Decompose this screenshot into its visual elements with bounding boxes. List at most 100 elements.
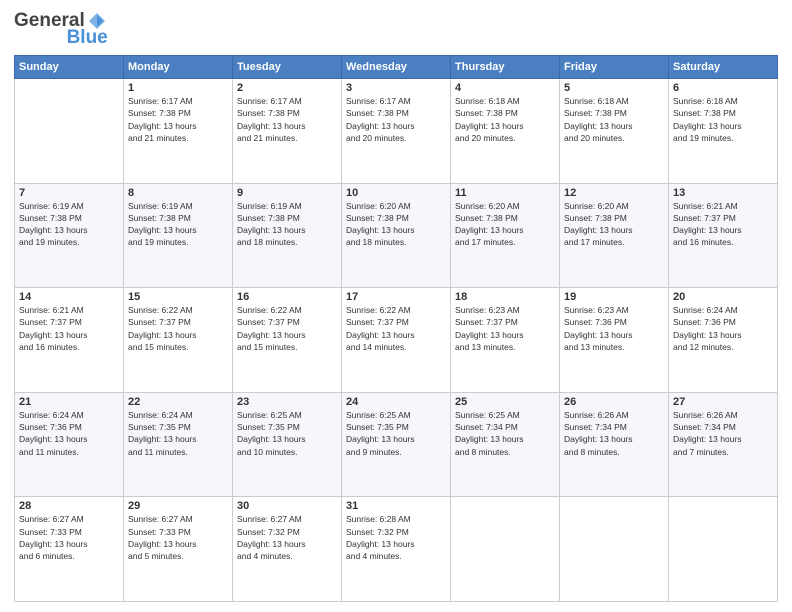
calendar-cell: 7Sunrise: 6:19 AMSunset: 7:38 PMDaylight…: [15, 183, 124, 288]
day-number: 21: [19, 396, 119, 408]
calendar-cell: 11Sunrise: 6:20 AMSunset: 7:38 PMDayligh…: [451, 183, 560, 288]
day-number: 18: [455, 291, 555, 303]
calendar-week-row: 7Sunrise: 6:19 AMSunset: 7:38 PMDaylight…: [15, 183, 778, 288]
calendar-cell: 28Sunrise: 6:27 AMSunset: 7:33 PMDayligh…: [15, 497, 124, 602]
day-number: 29: [128, 500, 228, 512]
calendar-cell: 22Sunrise: 6:24 AMSunset: 7:35 PMDayligh…: [124, 392, 233, 497]
calendar-cell: [15, 78, 124, 183]
day-number: 23: [237, 396, 337, 408]
day-info: Sunrise: 6:18 AMSunset: 7:38 PMDaylight:…: [564, 95, 664, 144]
day-number: 1: [128, 82, 228, 94]
calendar-cell: 15Sunrise: 6:22 AMSunset: 7:37 PMDayligh…: [124, 288, 233, 393]
day-info: Sunrise: 6:21 AMSunset: 7:37 PMDaylight:…: [673, 200, 773, 249]
day-info: Sunrise: 6:17 AMSunset: 7:38 PMDaylight:…: [346, 95, 446, 144]
day-info: Sunrise: 6:24 AMSunset: 7:36 PMDaylight:…: [19, 409, 119, 458]
day-info: Sunrise: 6:20 AMSunset: 7:38 PMDaylight:…: [564, 200, 664, 249]
day-info: Sunrise: 6:23 AMSunset: 7:36 PMDaylight:…: [564, 304, 664, 353]
day-number: 4: [455, 82, 555, 94]
day-info: Sunrise: 6:18 AMSunset: 7:38 PMDaylight:…: [455, 95, 555, 144]
logo-blue-text: Blue: [67, 28, 108, 49]
calendar-week-row: 21Sunrise: 6:24 AMSunset: 7:36 PMDayligh…: [15, 392, 778, 497]
calendar-cell: 10Sunrise: 6:20 AMSunset: 7:38 PMDayligh…: [342, 183, 451, 288]
day-number: 19: [564, 291, 664, 303]
calendar-cell: 12Sunrise: 6:20 AMSunset: 7:38 PMDayligh…: [560, 183, 669, 288]
day-info: Sunrise: 6:17 AMSunset: 7:38 PMDaylight:…: [128, 95, 228, 144]
calendar-cell: [560, 497, 669, 602]
day-number: 20: [673, 291, 773, 303]
day-of-week-header: Saturday: [669, 55, 778, 78]
calendar-cell: 1Sunrise: 6:17 AMSunset: 7:38 PMDaylight…: [124, 78, 233, 183]
calendar-week-row: 28Sunrise: 6:27 AMSunset: 7:33 PMDayligh…: [15, 497, 778, 602]
calendar-cell: 14Sunrise: 6:21 AMSunset: 7:37 PMDayligh…: [15, 288, 124, 393]
day-of-week-header: Sunday: [15, 55, 124, 78]
day-number: 15: [128, 291, 228, 303]
day-info: Sunrise: 6:19 AMSunset: 7:38 PMDaylight:…: [128, 200, 228, 249]
calendar-cell: 23Sunrise: 6:25 AMSunset: 7:35 PMDayligh…: [233, 392, 342, 497]
day-number: 5: [564, 82, 664, 94]
calendar-cell: 30Sunrise: 6:27 AMSunset: 7:32 PMDayligh…: [233, 497, 342, 602]
header: General Blue: [14, 10, 778, 49]
day-info: Sunrise: 6:28 AMSunset: 7:32 PMDaylight:…: [346, 513, 446, 562]
day-number: 31: [346, 500, 446, 512]
day-info: Sunrise: 6:22 AMSunset: 7:37 PMDaylight:…: [346, 304, 446, 353]
day-info: Sunrise: 6:19 AMSunset: 7:38 PMDaylight:…: [237, 200, 337, 249]
calendar-cell: 27Sunrise: 6:26 AMSunset: 7:34 PMDayligh…: [669, 392, 778, 497]
calendar-cell: 4Sunrise: 6:18 AMSunset: 7:38 PMDaylight…: [451, 78, 560, 183]
day-info: Sunrise: 6:20 AMSunset: 7:38 PMDaylight:…: [455, 200, 555, 249]
day-info: Sunrise: 6:26 AMSunset: 7:34 PMDaylight:…: [673, 409, 773, 458]
day-info: Sunrise: 6:19 AMSunset: 7:38 PMDaylight:…: [19, 200, 119, 249]
day-of-week-header: Friday: [560, 55, 669, 78]
day-number: 6: [673, 82, 773, 94]
calendar-cell: 13Sunrise: 6:21 AMSunset: 7:37 PMDayligh…: [669, 183, 778, 288]
day-info: Sunrise: 6:25 AMSunset: 7:34 PMDaylight:…: [455, 409, 555, 458]
day-number: 8: [128, 187, 228, 199]
day-number: 11: [455, 187, 555, 199]
day-number: 27: [673, 396, 773, 408]
calendar-cell: 2Sunrise: 6:17 AMSunset: 7:38 PMDaylight…: [233, 78, 342, 183]
calendar-header-row: SundayMondayTuesdayWednesdayThursdayFrid…: [15, 55, 778, 78]
day-number: 25: [455, 396, 555, 408]
day-number: 22: [128, 396, 228, 408]
calendar-cell: 17Sunrise: 6:22 AMSunset: 7:37 PMDayligh…: [342, 288, 451, 393]
calendar-cell: [451, 497, 560, 602]
day-info: Sunrise: 6:26 AMSunset: 7:34 PMDaylight:…: [564, 409, 664, 458]
calendar-cell: 8Sunrise: 6:19 AMSunset: 7:38 PMDaylight…: [124, 183, 233, 288]
day-number: 24: [346, 396, 446, 408]
day-number: 7: [19, 187, 119, 199]
day-number: 30: [237, 500, 337, 512]
day-info: Sunrise: 6:23 AMSunset: 7:37 PMDaylight:…: [455, 304, 555, 353]
day-number: 14: [19, 291, 119, 303]
day-of-week-header: Thursday: [451, 55, 560, 78]
day-number: 16: [237, 291, 337, 303]
calendar-cell: 26Sunrise: 6:26 AMSunset: 7:34 PMDayligh…: [560, 392, 669, 497]
day-info: Sunrise: 6:27 AMSunset: 7:33 PMDaylight:…: [128, 513, 228, 562]
logo: General Blue: [14, 10, 108, 49]
calendar-cell: 25Sunrise: 6:25 AMSunset: 7:34 PMDayligh…: [451, 392, 560, 497]
day-info: Sunrise: 6:27 AMSunset: 7:32 PMDaylight:…: [237, 513, 337, 562]
day-number: 9: [237, 187, 337, 199]
calendar-week-row: 14Sunrise: 6:21 AMSunset: 7:37 PMDayligh…: [15, 288, 778, 393]
day-number: 3: [346, 82, 446, 94]
day-info: Sunrise: 6:21 AMSunset: 7:37 PMDaylight:…: [19, 304, 119, 353]
day-number: 17: [346, 291, 446, 303]
page: General Blue SundayMondayTuesdayWednesda…: [0, 0, 792, 612]
day-info: Sunrise: 6:22 AMSunset: 7:37 PMDaylight:…: [237, 304, 337, 353]
calendar-cell: 16Sunrise: 6:22 AMSunset: 7:37 PMDayligh…: [233, 288, 342, 393]
calendar-cell: 24Sunrise: 6:25 AMSunset: 7:35 PMDayligh…: [342, 392, 451, 497]
day-of-week-header: Monday: [124, 55, 233, 78]
day-info: Sunrise: 6:27 AMSunset: 7:33 PMDaylight:…: [19, 513, 119, 562]
calendar-cell: 18Sunrise: 6:23 AMSunset: 7:37 PMDayligh…: [451, 288, 560, 393]
calendar-cell: 21Sunrise: 6:24 AMSunset: 7:36 PMDayligh…: [15, 392, 124, 497]
calendar-cell: 29Sunrise: 6:27 AMSunset: 7:33 PMDayligh…: [124, 497, 233, 602]
calendar-cell: 20Sunrise: 6:24 AMSunset: 7:36 PMDayligh…: [669, 288, 778, 393]
day-of-week-header: Wednesday: [342, 55, 451, 78]
day-info: Sunrise: 6:25 AMSunset: 7:35 PMDaylight:…: [346, 409, 446, 458]
day-info: Sunrise: 6:17 AMSunset: 7:38 PMDaylight:…: [237, 95, 337, 144]
day-info: Sunrise: 6:24 AMSunset: 7:36 PMDaylight:…: [673, 304, 773, 353]
day-number: 26: [564, 396, 664, 408]
calendar-week-row: 1Sunrise: 6:17 AMSunset: 7:38 PMDaylight…: [15, 78, 778, 183]
calendar-cell: 31Sunrise: 6:28 AMSunset: 7:32 PMDayligh…: [342, 497, 451, 602]
day-info: Sunrise: 6:22 AMSunset: 7:37 PMDaylight:…: [128, 304, 228, 353]
day-of-week-header: Tuesday: [233, 55, 342, 78]
day-number: 2: [237, 82, 337, 94]
